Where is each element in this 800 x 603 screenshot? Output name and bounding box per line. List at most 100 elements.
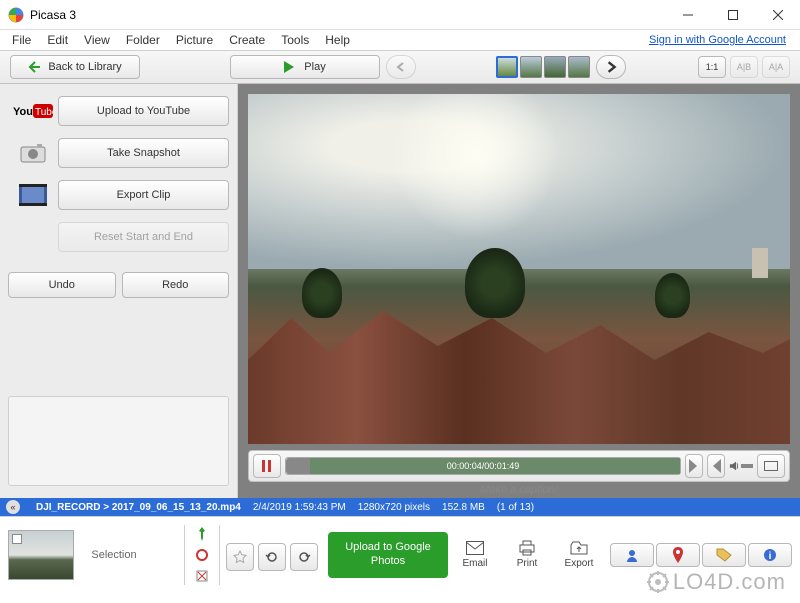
places-tag-button[interactable] <box>656 543 700 567</box>
mark-end-button[interactable] <box>707 454 725 478</box>
clear-button[interactable] <box>193 567 211 585</box>
youtube-icon: YouTube <box>8 102 58 120</box>
export-icon <box>570 540 588 556</box>
menu-view[interactable]: View <box>76 31 118 49</box>
progress-track[interactable]: 00:00:04/00:01:49 <box>285 457 681 475</box>
play-button[interactable]: Play <box>230 55 380 79</box>
next-button[interactable] <box>596 55 626 79</box>
zoom-aa-button: A|A <box>762 56 790 78</box>
window-title: Picasa 3 <box>30 8 665 22</box>
selection-label: Selection <box>84 549 144 561</box>
mark-start-button[interactable] <box>685 454 703 478</box>
print-button[interactable]: Print <box>502 532 552 578</box>
menu-help[interactable]: Help <box>317 31 358 49</box>
fullscreen-icon <box>764 461 778 471</box>
speaker-icon <box>729 460 740 472</box>
svg-text:Tube: Tube <box>35 107 53 118</box>
email-icon <box>466 540 484 556</box>
people-tag-button[interactable] <box>610 543 654 567</box>
filmstrip-icon <box>8 184 58 206</box>
titlebar: Picasa 3 <box>0 0 800 30</box>
pause-icon <box>262 460 272 472</box>
pin-icon <box>196 527 208 541</box>
undo-button: Undo <box>8 272 116 298</box>
main-area: YouTube Upload to YouTube Take Snapshot … <box>0 84 800 498</box>
mark-in-icon <box>689 459 699 473</box>
drop-area <box>8 396 229 486</box>
close-button[interactable] <box>755 0 800 30</box>
rotate-cw-icon <box>297 550 311 564</box>
file-size: 152.8 MB <box>442 502 485 513</box>
file-path: DJI_RECORD > 2017_09_06_15_13_20.mp4 <box>36 502 241 513</box>
thumbnail-4[interactable] <box>568 56 590 78</box>
arrow-left-icon <box>396 62 406 72</box>
infobar: « DJI_RECORD > 2017_09_06_15_13_20.mp4 2… <box>0 498 800 516</box>
volume-control[interactable] <box>729 460 753 472</box>
selection-thumbnail[interactable] <box>8 530 74 580</box>
record-button[interactable] <box>193 546 211 564</box>
play-icon <box>284 61 294 73</box>
rotate-ccw-icon <box>265 550 279 564</box>
back-label: Back to Library <box>48 61 121 73</box>
thumbnail-2[interactable] <box>520 56 542 78</box>
svg-text:i: i <box>769 551 772 562</box>
watermark: LO4D.com <box>647 569 786 595</box>
arrow-left-icon <box>28 60 42 74</box>
star-icon <box>233 550 247 564</box>
info-button[interactable]: i <box>748 543 792 567</box>
maximize-button[interactable] <box>710 0 755 30</box>
upload-google-photos-button[interactable]: Upload to Google Photos <box>328 532 448 578</box>
minimize-button[interactable] <box>665 0 710 30</box>
mark-out-icon <box>711 459 721 473</box>
video-frame[interactable] <box>248 94 790 444</box>
star-button[interactable] <box>226 543 254 571</box>
prev-button[interactable] <box>386 55 416 79</box>
tag-icon <box>716 548 732 562</box>
play-label: Play <box>304 61 325 73</box>
export-button[interactable]: Export <box>554 532 604 578</box>
collapse-button[interactable]: « <box>6 500 20 514</box>
thumbnail-3[interactable] <box>544 56 566 78</box>
take-snapshot-button[interactable]: Take Snapshot <box>58 138 229 168</box>
file-date: 2/4/2019 1:59:43 PM <box>253 502 346 513</box>
rotate-cw-button[interactable] <box>290 543 318 571</box>
menu-tools[interactable]: Tools <box>273 31 317 49</box>
person-icon <box>625 548 639 562</box>
toolbar: Back to Library Play 1:1 A|B A|A <box>0 50 800 84</box>
zoom-fit-button[interactable]: 1:1 <box>698 56 726 78</box>
camera-icon <box>8 143 58 163</box>
fullscreen-button[interactable] <box>757 454 785 478</box>
gear-icon <box>647 571 669 593</box>
caption-input[interactable]: Make a caption! <box>248 484 790 496</box>
upload-youtube-button[interactable]: Upload to YouTube <box>58 96 229 126</box>
map-pin-icon <box>672 547 684 563</box>
playback-bar: 00:00:04/00:01:49 <box>248 450 790 482</box>
file-dimensions: 1280x720 pixels <box>358 502 430 513</box>
redo-button: Redo <box>122 272 230 298</box>
tags-tag-button[interactable] <box>702 543 746 567</box>
menubar: File Edit View Folder Picture Create Too… <box>0 30 800 50</box>
svg-text:You: You <box>13 106 33 118</box>
record-icon <box>196 549 208 561</box>
print-icon <box>518 540 536 556</box>
reset-start-end-button: Reset Start and End <box>58 222 229 252</box>
menu-file[interactable]: File <box>4 31 39 49</box>
rotate-ccw-button[interactable] <box>258 543 286 571</box>
export-clip-button[interactable]: Export Clip <box>58 180 229 210</box>
menu-create[interactable]: Create <box>221 31 273 49</box>
info-icon: i <box>763 548 777 562</box>
sidebar: YouTube Upload to YouTube Take Snapshot … <box>0 84 238 498</box>
email-button[interactable]: Email <box>450 532 500 578</box>
thumbnail-1[interactable] <box>496 56 518 78</box>
viewer: 00:00:04/00:01:49 Make a caption! <box>238 84 800 498</box>
menu-picture[interactable]: Picture <box>168 31 221 49</box>
thumbnail-strip <box>496 56 590 78</box>
arrow-right-icon <box>605 61 617 73</box>
menu-edit[interactable]: Edit <box>39 31 76 49</box>
zoom-ab-button: A|B <box>730 56 758 78</box>
menu-folder[interactable]: Folder <box>118 31 168 49</box>
pause-button[interactable] <box>253 454 281 478</box>
back-to-library-button[interactable]: Back to Library <box>10 55 140 79</box>
pin-button[interactable] <box>193 525 211 543</box>
signin-link[interactable]: Sign in with Google Account <box>649 34 786 46</box>
